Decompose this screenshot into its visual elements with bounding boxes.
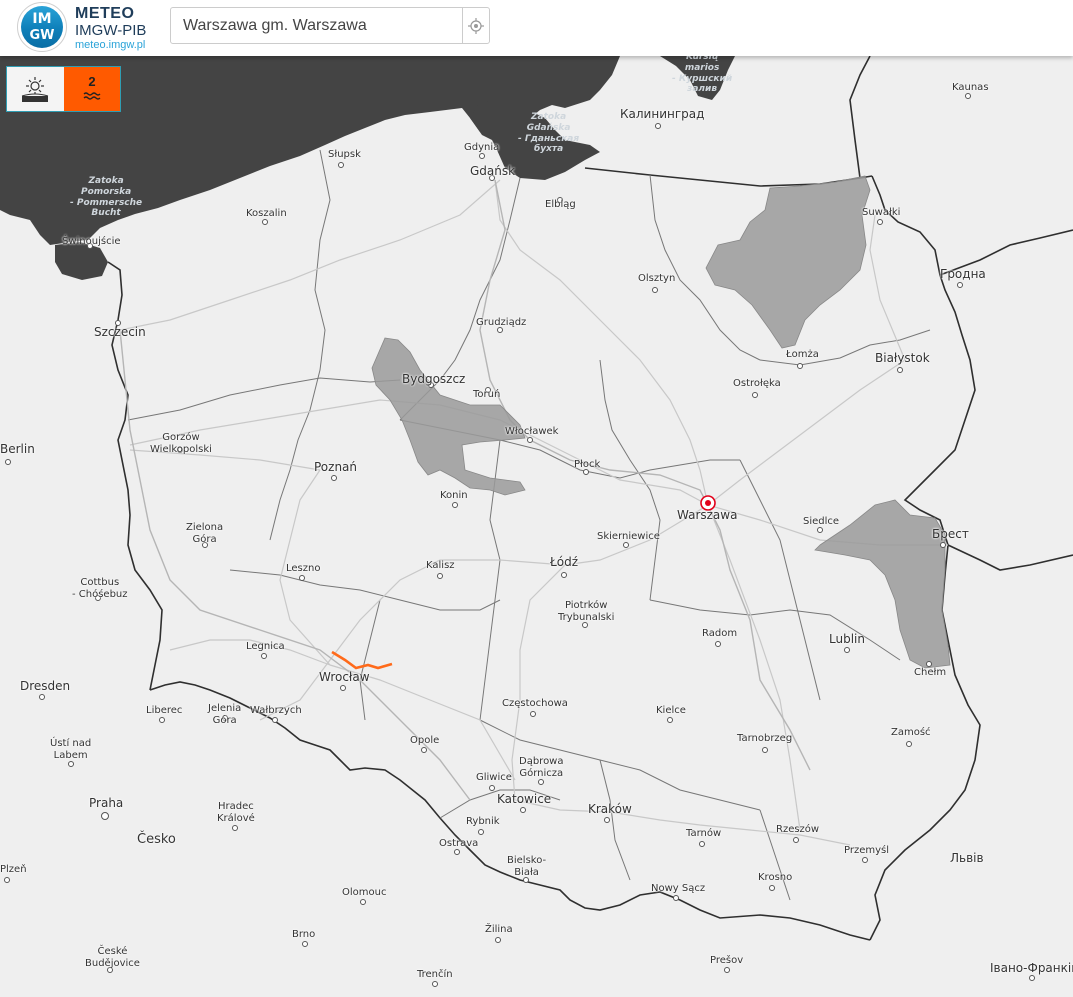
city-label: Berlin — [0, 442, 35, 456]
imgw-logo[interactable]: IM GW — [17, 2, 67, 52]
city-label: Hradec Králové — [217, 801, 255, 824]
city-label: Гродна — [940, 267, 986, 281]
city-label: Włocławek — [505, 426, 559, 437]
city-label: Praha — [89, 796, 124, 810]
city-label: Kaunas — [952, 82, 989, 93]
city-label: Elbląg — [545, 199, 576, 210]
city-label: Poznań — [314, 460, 358, 474]
city-label: Częstochowa — [502, 698, 568, 709]
sun-over-ground-icon — [21, 77, 49, 102]
city-label: Gdańsk — [470, 164, 516, 178]
city-label: Łomża — [786, 349, 819, 360]
city-label: Skierniewice — [597, 531, 660, 542]
location-search — [170, 7, 490, 44]
brand-org: IMGW-PIB — [75, 22, 147, 39]
logo-badge-top: IM — [32, 11, 52, 27]
city-label: Krosno — [758, 872, 793, 883]
city-label: Leszno — [286, 563, 321, 574]
sea-label-curonian-lagoon: Kuršių marios - Куршский залив — [672, 52, 733, 95]
city-label: Wałbrzych — [250, 705, 302, 716]
city-label: Žilina — [485, 924, 513, 935]
city-label-warszawa: Warszawa — [677, 508, 738, 522]
city-label: Radom — [702, 628, 738, 639]
crosshair-icon — [468, 17, 484, 34]
city-label: Kielce — [656, 705, 686, 716]
city-label: Львів — [950, 851, 984, 865]
city-label: Gdynia — [464, 142, 500, 153]
city-label: Zamość — [891, 727, 931, 738]
brand-url[interactable]: meteo.imgw.pl — [75, 39, 145, 51]
waves-icon — [83, 92, 101, 100]
city-label: Ústí nad Labem — [50, 738, 92, 761]
city-label: Ostrołęka — [733, 378, 781, 389]
city-label: Івано-Франків — [990, 961, 1073, 975]
city-label: Rybnik — [466, 816, 500, 827]
city-label: Cottbus - Chóśebuz — [72, 577, 128, 600]
city-label: Tarnów — [686, 828, 722, 839]
search-input[interactable] — [171, 8, 463, 43]
city-label: Калининград — [620, 107, 705, 121]
city-label: Świnoujście — [62, 236, 121, 247]
city-label: Suwałki — [862, 207, 901, 218]
city-label: Tarnobrzeg — [737, 733, 793, 744]
country-label: Česko — [137, 832, 176, 847]
city-label: Gliwice — [476, 772, 512, 783]
city-label: Dąbrowa Górnicza — [519, 756, 564, 779]
warning-level: 2 — [88, 74, 96, 89]
city-label: Dresden — [20, 679, 71, 693]
header-bar: IM GW METEO IMGW-PIB meteo.imgw.pl — [0, 0, 1073, 56]
city-label: Rzeszów — [776, 824, 820, 835]
city-label: Opole — [410, 735, 440, 746]
city-label: Kalisz — [426, 560, 455, 571]
layer-weather-button[interactable] — [7, 67, 63, 111]
city-label: České Budějovice — [85, 946, 140, 969]
city-label: Ostrava — [439, 838, 479, 849]
city-label: Nowy Sącz — [651, 883, 706, 894]
city-label: Przemyśl — [844, 845, 890, 856]
city-label: Szczecin — [94, 325, 146, 339]
city-label: Olsztyn — [638, 273, 676, 284]
city-label: Piotrków Trybunalski — [558, 600, 615, 623]
locate-button[interactable] — [462, 8, 489, 43]
city-label: Płock — [574, 459, 601, 470]
brand-title: METEO — [75, 5, 135, 22]
city-label: Bielsko- Biała — [507, 855, 547, 878]
sea-label-pomeranian-bay: Zatoka Pomorska - Pommersche Bucht — [70, 176, 143, 219]
city-label: Брест — [932, 527, 969, 541]
city-label: Wrocław — [319, 670, 370, 684]
city-label: Siedlce — [803, 516, 840, 527]
city-label: Kraków — [588, 802, 632, 816]
city-label: Gorzów Wielkopolski — [150, 432, 212, 455]
city-label: Grudziądz — [476, 317, 527, 328]
sea-label-gdansk-bay: Zatoka Gdańska - Гданьская бухта — [518, 112, 580, 155]
city-label: Łódź — [550, 555, 579, 569]
layer-hydro-warning-button[interactable]: 2 — [64, 67, 120, 111]
city-label: Toruń — [473, 389, 501, 400]
city-label: Liberec — [146, 705, 183, 716]
city-label: Katowice — [497, 792, 552, 806]
city-label: Słupsk — [328, 149, 361, 160]
city-label: Prešov — [710, 955, 744, 966]
logo-badge-bottom: GW — [29, 28, 55, 43]
city-label: Lublin — [829, 632, 865, 646]
city-label: Bydgoszcz — [402, 372, 466, 386]
city-label: Zielona Góra — [186, 522, 224, 545]
city-label: Konin — [440, 490, 468, 501]
city-label: Jelenia Góra — [208, 703, 242, 726]
city-label: Legnica — [246, 641, 285, 652]
imgw-logo-badge: IM GW — [21, 6, 63, 48]
city-label: Plzeň — [0, 864, 27, 875]
city-label: Trenčín — [417, 969, 453, 980]
city-label: Chełm — [914, 667, 947, 678]
city-label: Olomouc — [342, 887, 387, 898]
city-label: Brno — [292, 929, 316, 940]
city-label: Koszalin — [246, 208, 287, 219]
city-label: Białystok — [875, 351, 930, 365]
layer-switcher: 2 — [6, 66, 121, 112]
